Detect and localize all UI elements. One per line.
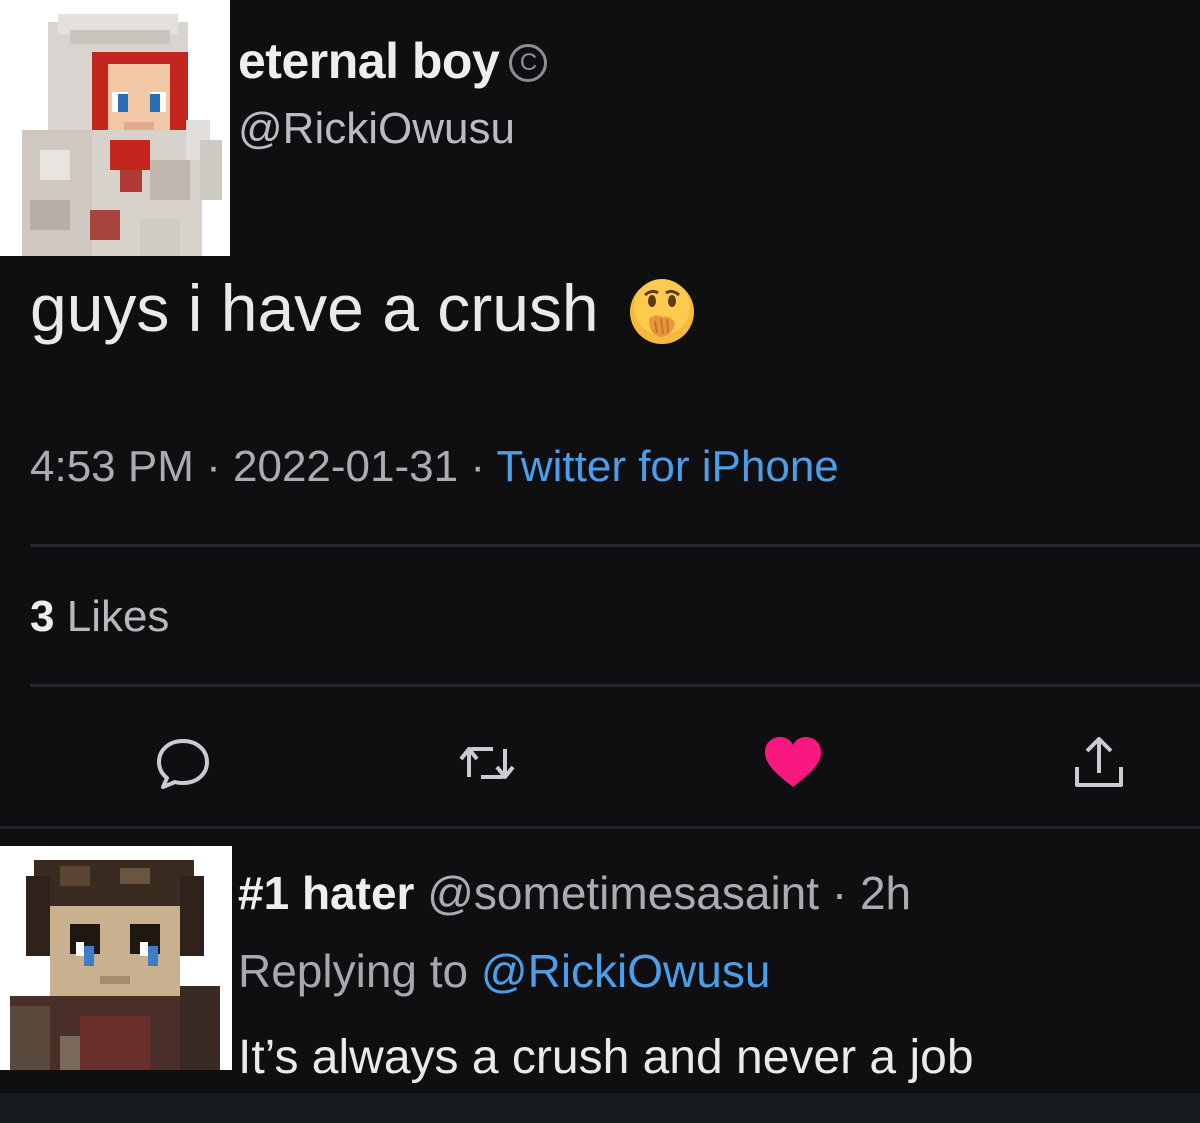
tweet-date[interactable]: 2022-01-31 — [233, 442, 458, 491]
replying-to-mention-link[interactable]: @RickiOwusu — [481, 945, 771, 997]
replying-to: Replying to @RickiOwusu — [238, 944, 770, 998]
reply-header: #1 hater @sometimesasaint · 2h — [238, 866, 911, 920]
reply-avatar[interactable] — [0, 846, 232, 1070]
share-button[interactable] — [1064, 728, 1134, 798]
divider — [30, 544, 1200, 547]
user-handle[interactable]: @RickiOwusu — [238, 104, 515, 154]
tweet-time[interactable]: 4:53 PM — [30, 442, 194, 491]
bottom-bar — [0, 1093, 1200, 1123]
share-icon — [1075, 737, 1123, 787]
tweet-screenshot: eternal boy C @RickiOwusu guys i have a … — [0, 0, 1200, 1123]
meta-separator: · — [206, 442, 221, 491]
likes-number: 3 — [30, 592, 55, 641]
likes-count[interactable]: 3 Likes — [30, 592, 169, 642]
meta-separator: · — [470, 442, 485, 491]
divider — [30, 684, 1200, 687]
reply-time[interactable]: 2h — [860, 867, 911, 919]
divider — [0, 826, 1200, 829]
likes-label: Likes — [66, 592, 170, 641]
face-with-hand-over-mouth-icon — [627, 277, 697, 347]
retweet-icon — [459, 747, 515, 779]
tweet-body: guys i have a crush — [30, 270, 697, 346]
display-name-text: eternal boy — [238, 33, 500, 89]
reply-handle[interactable]: @sometimesasaint — [427, 867, 819, 919]
meta-separator: · — [831, 867, 848, 919]
display-name[interactable]: eternal boy C — [238, 32, 548, 90]
reply-avatar-image — [0, 846, 232, 1070]
tweet-meta: 4:53 PM · 2022-01-31 · Twitter for iPhon… — [30, 442, 839, 492]
avatar[interactable] — [0, 0, 230, 256]
heart-icon — [765, 737, 821, 787]
reply-button[interactable] — [148, 728, 218, 798]
reply-text: It’s always a crush and never a job — [238, 1031, 974, 1084]
replying-to-label: Replying to — [238, 945, 469, 997]
avatar-image — [0, 0, 230, 256]
reply-display-name[interactable]: #1 hater — [238, 867, 414, 919]
like-button[interactable] — [758, 728, 828, 798]
tweet-source-link[interactable]: Twitter for iPhone — [496, 442, 838, 491]
tweet-text: guys i have a crush — [30, 271, 599, 345]
retweet-button[interactable] — [452, 728, 522, 798]
copyright-badge-icon: C — [509, 44, 548, 82]
speech-bubble-icon — [157, 739, 209, 789]
